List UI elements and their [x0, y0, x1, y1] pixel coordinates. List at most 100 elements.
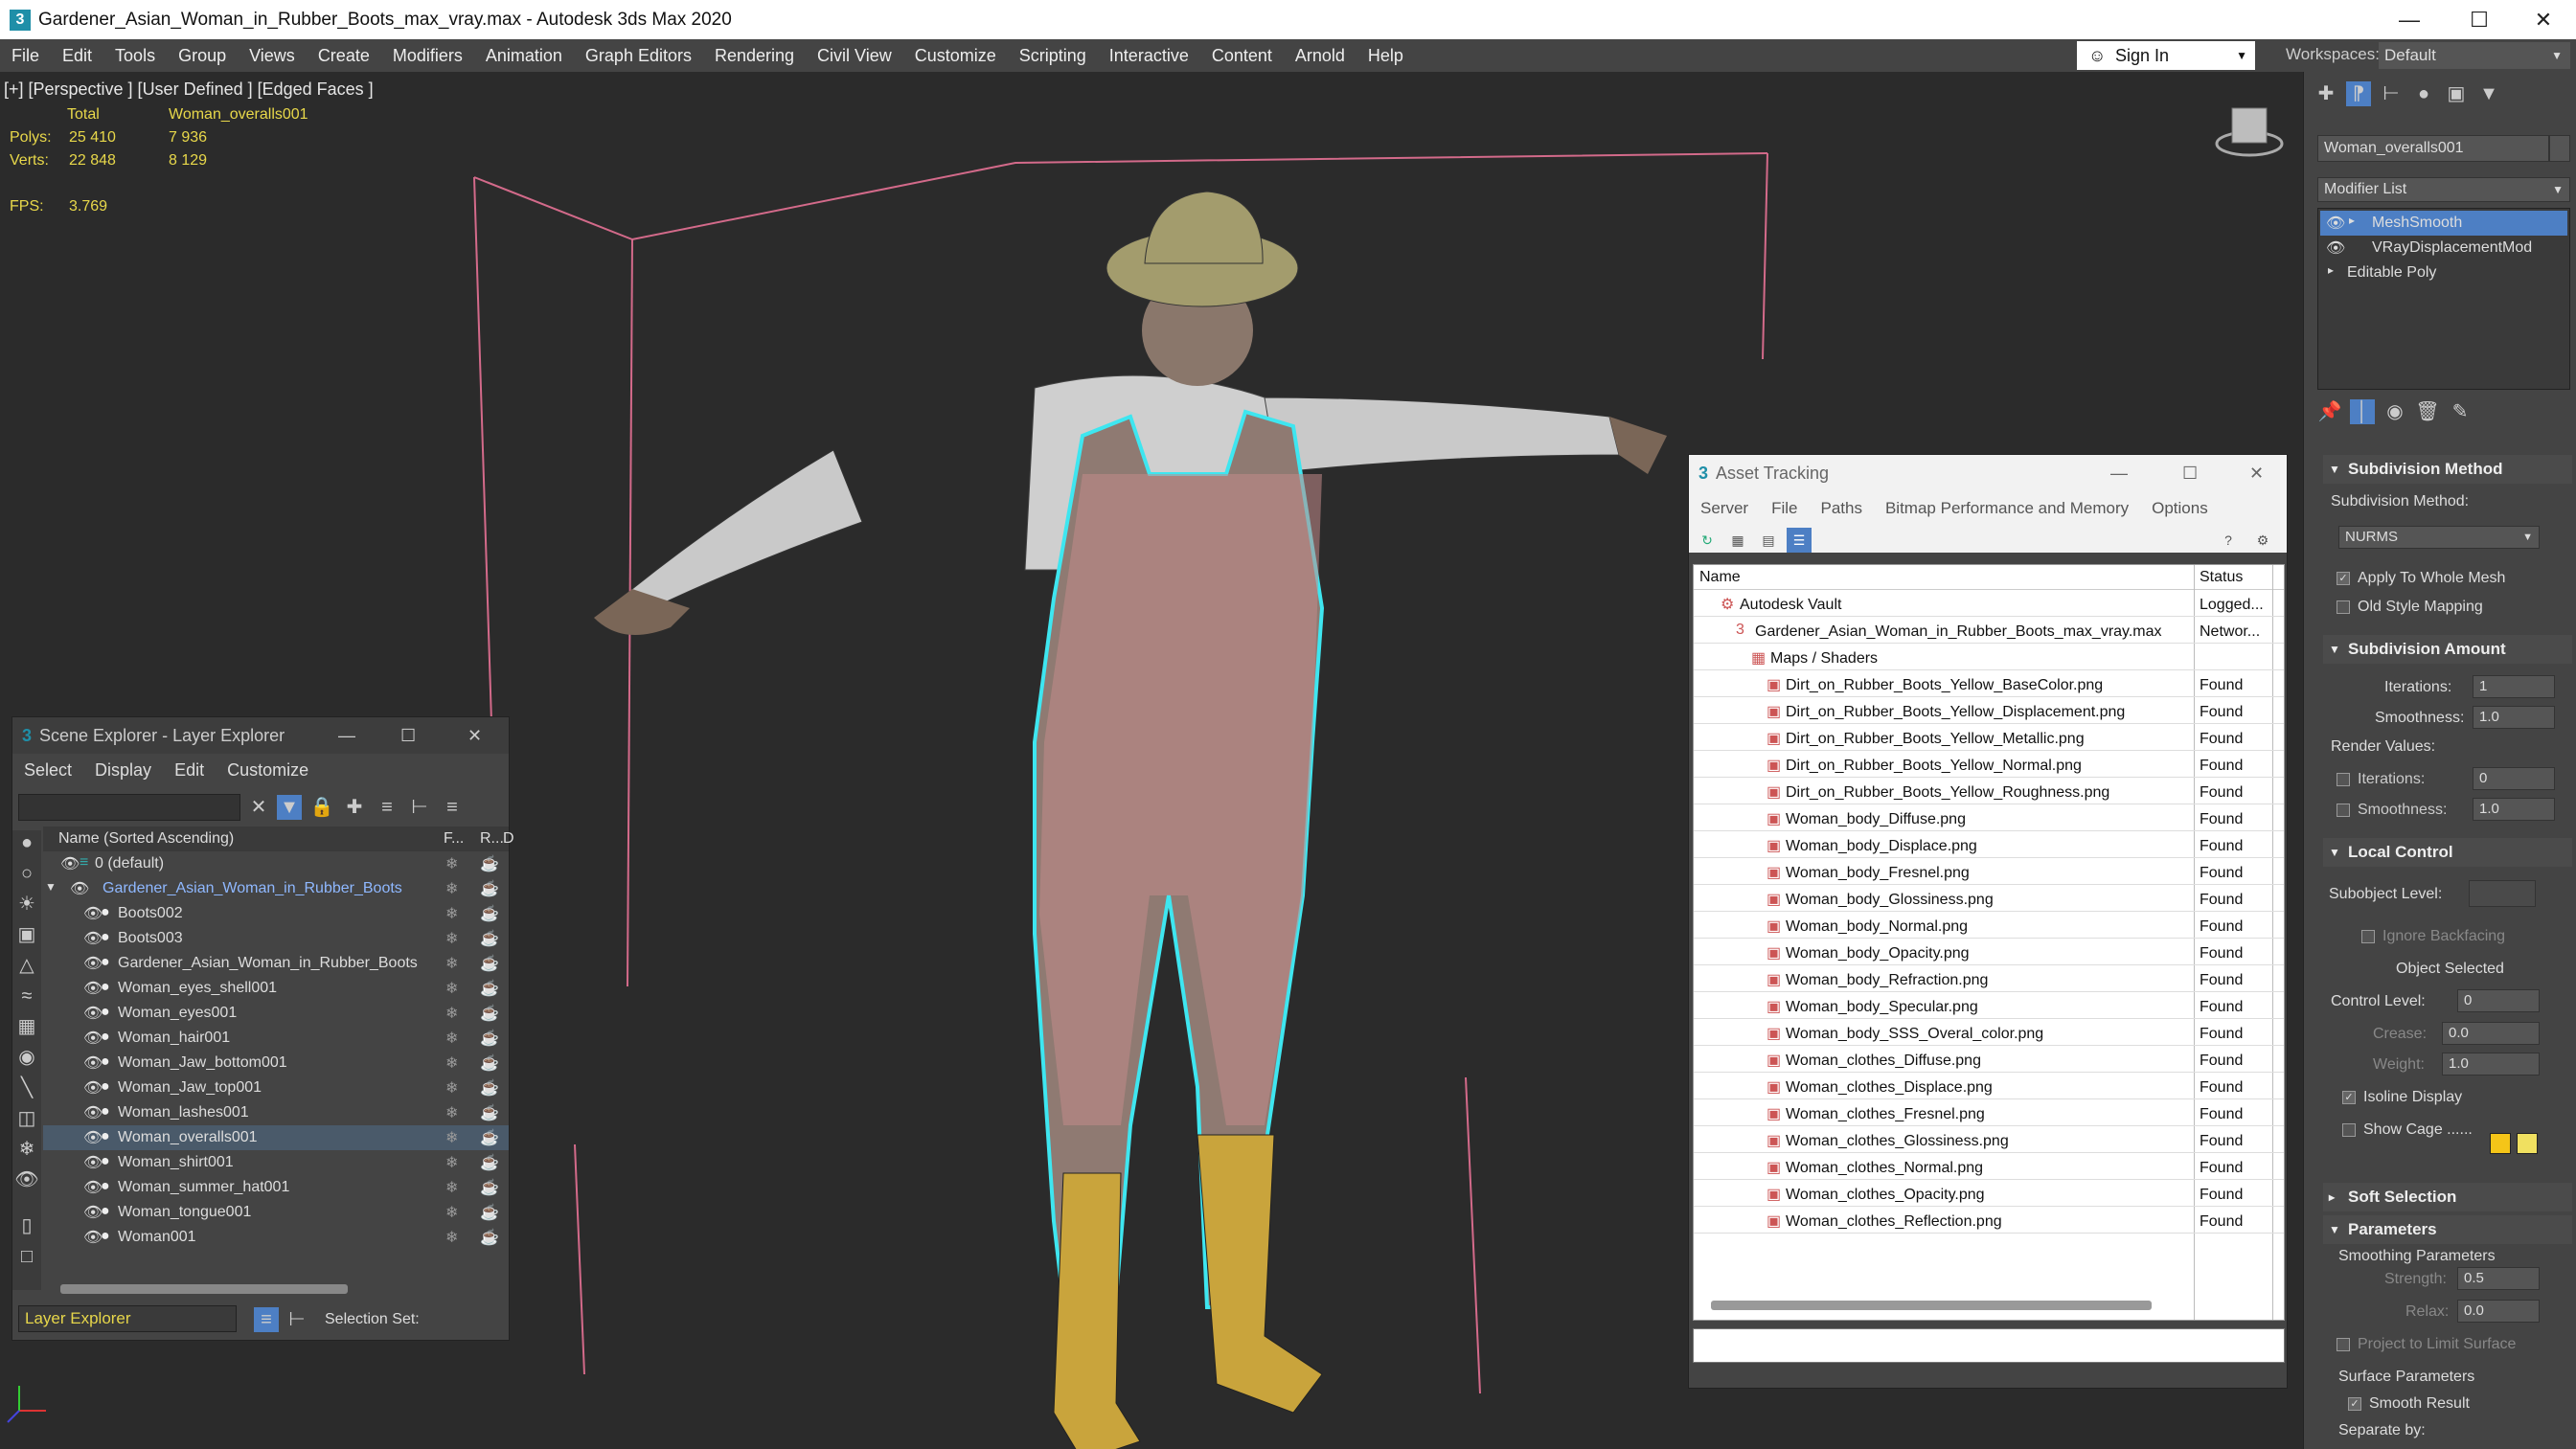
render-icon[interactable]: ☕ [480, 1153, 499, 1172]
pin-stack-icon[interactable]: 📌 [2317, 399, 2342, 424]
scene-tree-row[interactable]: 👁 ● Woman_Jaw_top001 ❄ ☕ [43, 1075, 509, 1100]
scene-tree-row[interactable]: ▼ 👁 Gardener_Asian_Woman_in_Rubber_Boots ❄ ☕ [43, 876, 509, 901]
checkbox-unchecked[interactable] [2337, 1337, 2350, 1351]
control-level-spinner[interactable]: 0 [2457, 989, 2540, 1012]
motion-tab-icon[interactable]: ● [2411, 81, 2436, 106]
settings-icon[interactable]: ⚙ [2250, 528, 2275, 553]
scene-explorer-titlebar[interactable]: 3 Scene Explorer - Layer Explorer — ☐ ✕ [12, 717, 509, 754]
menu-customize[interactable]: Customize [216, 760, 320, 781]
scene-tree-row[interactable]: 👁 ● Boots002 ❄ ☕ [43, 901, 509, 926]
sign-in-dropdown[interactable]: ☺ Sign In ▼ [2077, 41, 2255, 70]
menu-animation[interactable]: Animation [474, 46, 574, 66]
freeze-icon[interactable]: ❄ [445, 929, 458, 948]
modifier-list-dropdown[interactable]: Modifier List ▼ [2317, 177, 2570, 202]
hierarchy-icon[interactable]: ⊢ [407, 795, 432, 820]
refresh-icon[interactable]: ↻ [1695, 528, 1720, 553]
asset-row[interactable]: ▣ Dirt_on_Rubber_Boots_Yellow_Normal.png F… [1694, 753, 2284, 778]
stack-icon[interactable]: ≡ [440, 795, 465, 820]
expand-icon[interactable]: ▸ [2328, 263, 2334, 277]
display-bones-icon[interactable]: ╲ [14, 1075, 39, 1100]
col-freeze[interactable]: F... [444, 830, 464, 848]
minimize-button[interactable]: — [338, 726, 355, 746]
asset-row[interactable]: ▣ Woman_clothes_Glossiness.png Found [1694, 1128, 2284, 1153]
asset-row[interactable]: ▣ Woman_body_Specular.png Found [1694, 994, 2284, 1019]
asset-row[interactable]: ▣ Dirt_on_Rubber_Boots_Yellow_Metallic.pn… [1694, 726, 2284, 751]
render-icon[interactable]: ☕ [480, 904, 499, 923]
maximize-button[interactable]: ☐ [2182, 464, 2198, 484]
menu-group[interactable]: Group [167, 46, 238, 66]
menu-edit[interactable]: Edit [51, 46, 103, 66]
strength-spinner[interactable]: 0.5 [2457, 1267, 2540, 1290]
eye-icon[interactable]: 👁 [60, 854, 80, 873]
asset-row[interactable]: ▣ Dirt_on_Rubber_Boots_Yellow_BaseColor.p… [1694, 672, 2284, 697]
scene-tree-row[interactable]: 👁 ● Woman_shirt001 ❄ ☕ [43, 1150, 509, 1175]
horizontal-scrollbar[interactable] [60, 1284, 348, 1294]
show-cage-checkbox[interactable]: Show Cage ...... [2342, 1121, 2473, 1139]
asset-row[interactable]: 3 Gardener_Asian_Woman_in_Rubber_Boots_ma… [1694, 619, 2284, 644]
subobject-level-buttons[interactable] [2469, 880, 2536, 907]
stack-item-meshsmooth[interactable]: 👁 ▸ MeshSmooth [2320, 211, 2567, 236]
collapse-icon[interactable]: ▼ [45, 880, 57, 894]
search-input[interactable] [18, 794, 240, 821]
scene-tree-row[interactable]: 👁 ● Woman_eyes_shell001 ❄ ☕ [43, 976, 509, 1001]
render-icon[interactable]: ☕ [480, 1078, 499, 1098]
section-subdivision-method[interactable]: ▼ Subdivision Method [2323, 455, 2572, 484]
render-icon[interactable]: ☕ [480, 1228, 499, 1247]
menu-file[interactable]: File [1760, 499, 1809, 518]
render-smoothness-checkbox[interactable]: Smoothness: [2337, 802, 2447, 819]
scene-tree-row[interactable]: 👁 ● Woman_overalls001 ❄ ☕ [43, 1125, 509, 1150]
display-helpers-icon[interactable]: △ [14, 953, 39, 978]
display-spacewarps-icon[interactable]: ≈ [14, 984, 39, 1008]
asset-row[interactable]: ▣ Woman_body_Displace.png Found [1694, 833, 2284, 858]
menu-display[interactable]: Display [83, 760, 163, 781]
maximize-button[interactable]: ☐ [400, 726, 416, 746]
freeze-icon[interactable]: ❄ [445, 1103, 458, 1122]
freeze-icon[interactable]: ❄ [445, 1078, 458, 1098]
display-tab-icon[interactable]: ▣ [2444, 81, 2469, 106]
scene-tree-row[interactable]: 👁 ● Woman_eyes001 ❄ ☕ [43, 1001, 509, 1026]
freeze-icon[interactable]: ❄ [445, 1053, 458, 1073]
checkbox-unchecked[interactable] [2337, 600, 2350, 614]
utilities-tab-icon[interactable]: ▼ [2476, 81, 2501, 106]
eye-icon[interactable]: 👁 [2326, 214, 2345, 233]
display-cameras-icon[interactable]: ▣ [14, 922, 39, 947]
object-color-swatch[interactable] [2549, 135, 2570, 162]
table-view-icon[interactable]: ▤ [1756, 528, 1781, 553]
render-icon[interactable]: ☕ [480, 1053, 499, 1073]
configure-sets-icon[interactable]: ✎ [2448, 399, 2473, 424]
col-display[interactable]: D [503, 830, 514, 848]
scene-tree-row[interactable]: 👁 ● Woman_lashes001 ❄ ☕ [43, 1100, 509, 1125]
trash-icon[interactable]: 🗑 [2415, 399, 2440, 424]
asset-row[interactable]: ▣ Woman_clothes_Fresnel.png Found [1694, 1101, 2284, 1126]
subdivision-method-dropdown[interactable]: NURMS ▼ [2338, 526, 2540, 549]
asset-row[interactable]: ▣ Woman_body_Glossiness.png Found [1694, 887, 2284, 912]
menu-views[interactable]: Views [238, 46, 307, 66]
display-geometry-icon[interactable]: ○ [14, 861, 39, 886]
modify-tab-icon[interactable]: ⁋ [2346, 81, 2371, 106]
asset-row[interactable]: ⚙ Autodesk Vault Logged... [1694, 592, 2284, 617]
freeze-icon[interactable]: ❄ [445, 1203, 458, 1222]
render-icon[interactable]: ☕ [480, 929, 499, 948]
add-layer-icon[interactable]: ✚ [342, 795, 367, 820]
scene-tree-row[interactable]: 👁 ● Woman_tongue001 ❄ ☕ [43, 1200, 509, 1225]
freeze-icon[interactable]: ❄ [445, 904, 458, 923]
display-groups-icon[interactable]: ▦ [14, 1014, 39, 1039]
col-name[interactable]: Name [1699, 569, 1741, 586]
section-subdivision-amount[interactable]: ▼ Subdivision Amount [2323, 635, 2572, 664]
clear-search-icon[interactable]: ✕ [246, 795, 271, 820]
help-icon[interactable]: ? [2216, 528, 2241, 553]
render-icon[interactable]: ☕ [480, 979, 499, 998]
render-icon[interactable]: ☕ [480, 854, 499, 873]
render-icon[interactable]: ☕ [480, 1203, 499, 1222]
iterations-spinner[interactable]: 1 [2473, 675, 2555, 698]
col-render[interactable]: R... [480, 830, 504, 848]
minimize-button[interactable]: — [2376, 0, 2443, 39]
menu-server[interactable]: Server [1689, 499, 1760, 518]
section-local-control[interactable]: ▼ Local Control [2323, 838, 2572, 867]
layers-icon[interactable]: ≡ [375, 795, 399, 820]
crease-spinner[interactable]: 0.0 [2442, 1022, 2540, 1045]
asset-row[interactable]: ▣ Woman_body_Diffuse.png Found [1694, 806, 2284, 831]
weight-spinner[interactable]: 1.0 [2442, 1053, 2540, 1075]
hierarchy-tab-icon[interactable]: ⊢ [2379, 81, 2404, 106]
close-button[interactable]: ✕ [467, 726, 482, 746]
